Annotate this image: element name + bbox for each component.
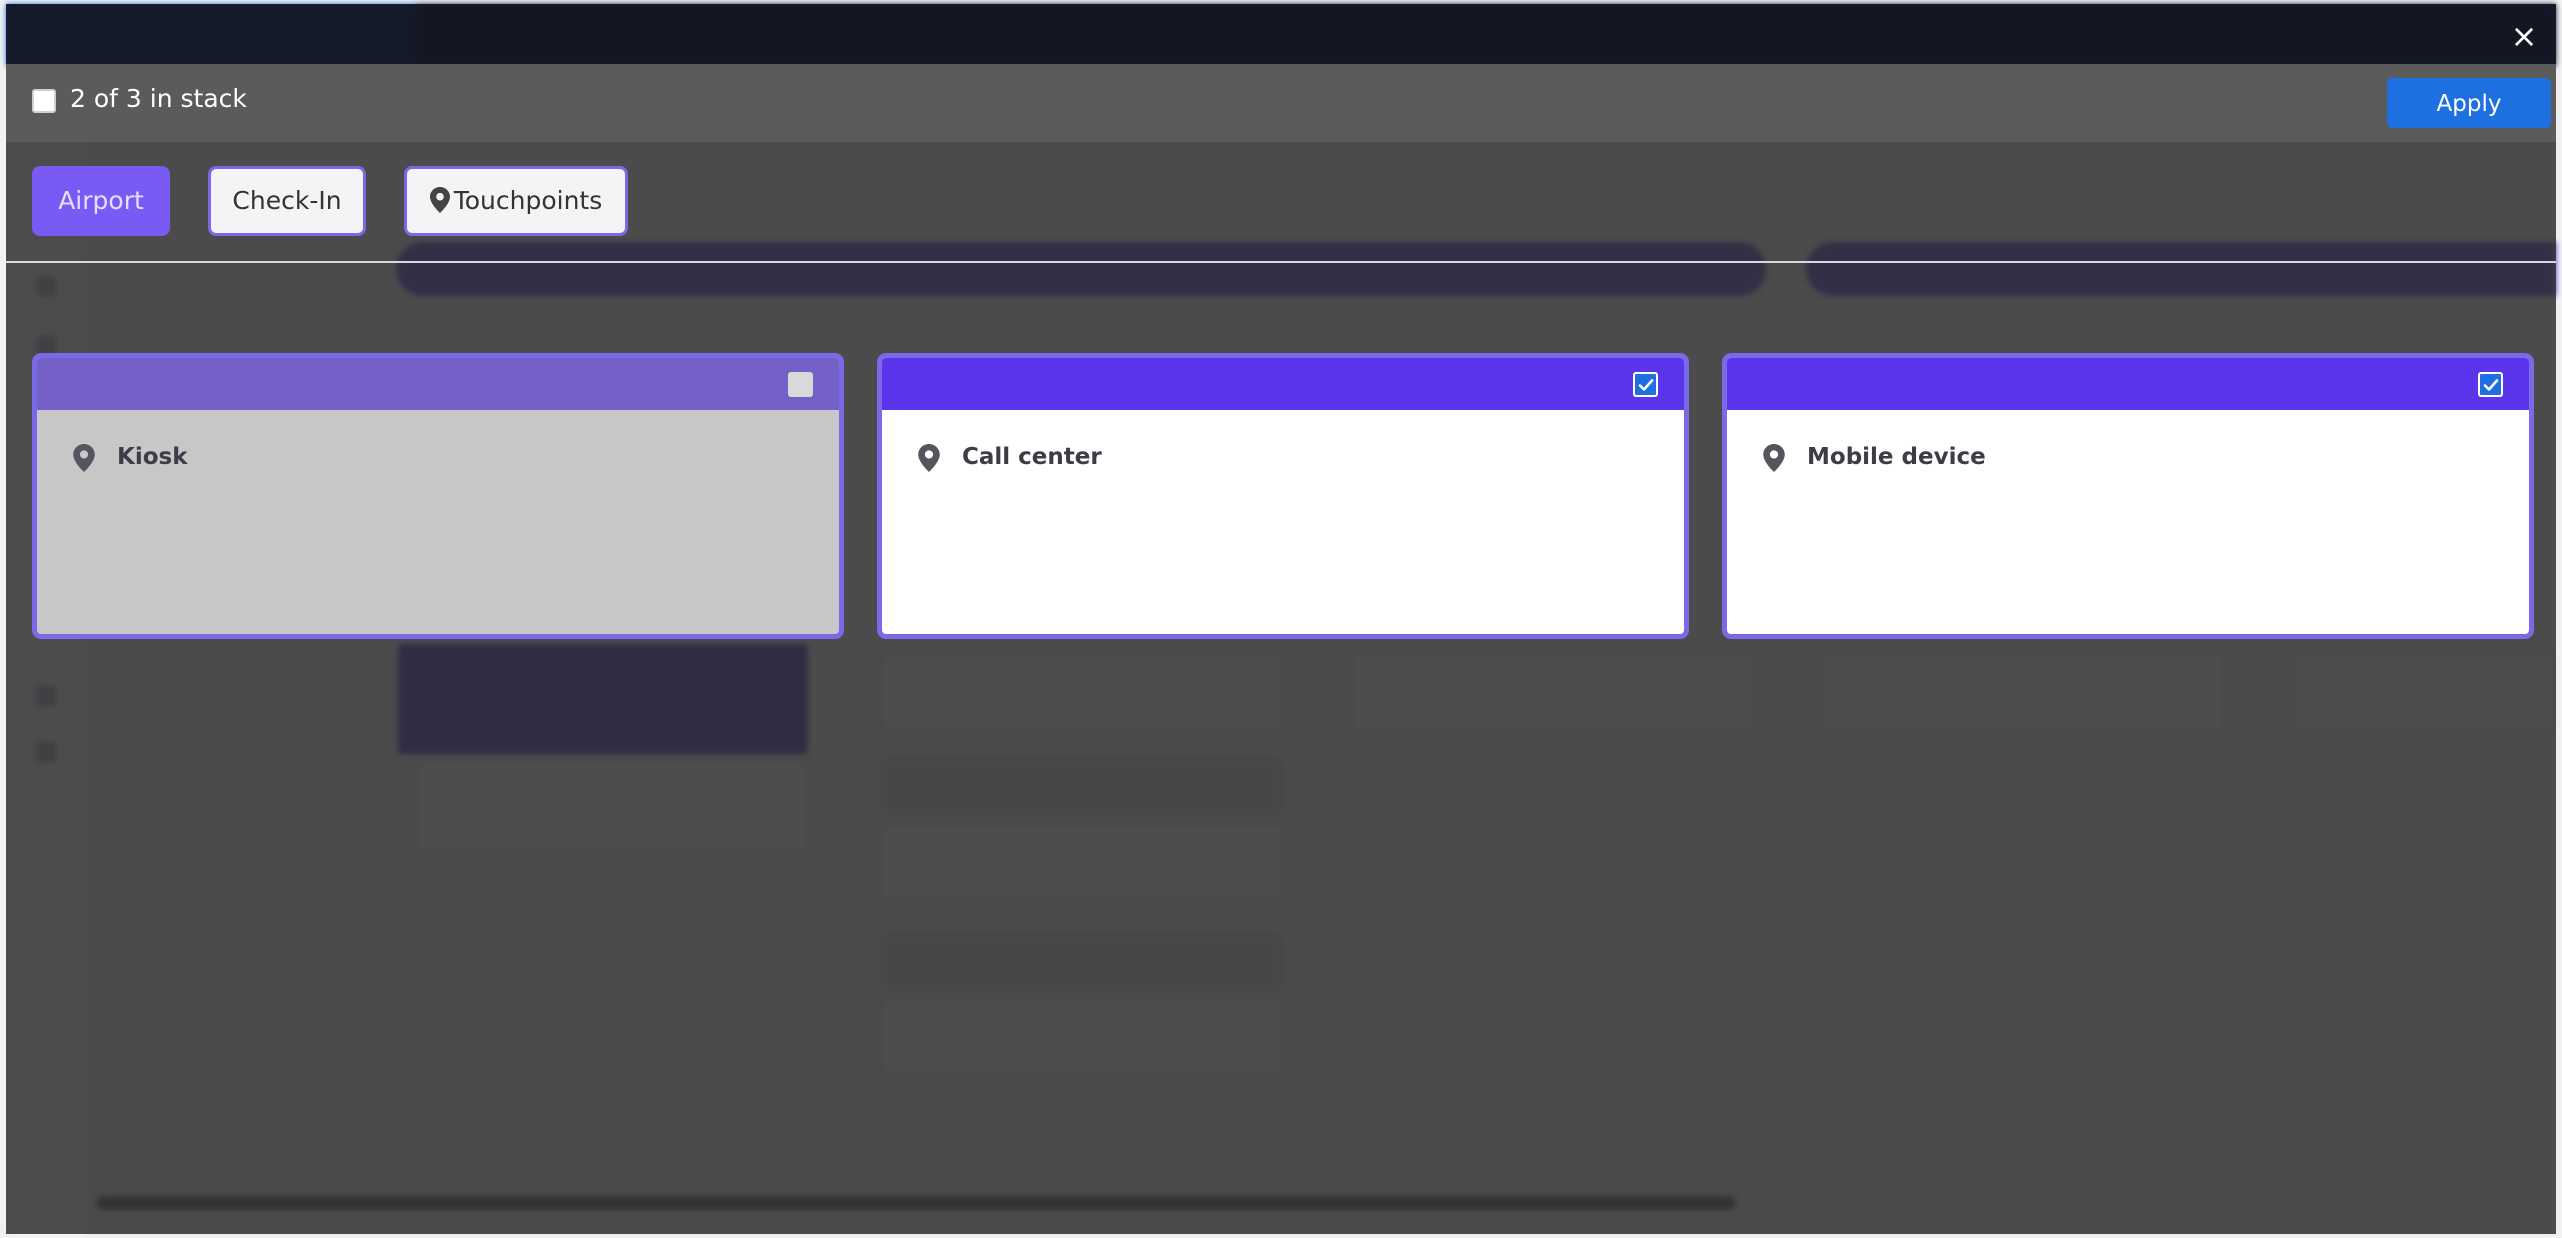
card-label: Call center [962,444,1102,470]
chip-label: Airport [58,186,144,215]
chip-airport[interactable]: Airport [32,166,170,236]
card-header [882,358,1684,410]
touchpoint-card-mobile-device[interactable]: Mobile device [1722,353,2534,639]
card-checkbox[interactable] [1633,372,1658,397]
map-pin-icon [429,187,450,213]
card-checkbox[interactable] [788,372,813,397]
map-pin-icon [1763,444,1785,472]
apply-button[interactable]: Apply [2387,78,2551,128]
checkmark-icon [2483,379,2499,391]
touchpoint-card-call-center[interactable]: Call center [877,353,1689,639]
chip-label: Check-In [232,186,342,215]
stack-select-all-checkbox[interactable] [32,89,56,113]
stack-count-label: 2 of 3 in stack [70,84,247,113]
map-pin-icon [918,444,940,472]
modal-top-strip [6,4,2556,64]
chip-check-in[interactable]: Check-In [208,166,366,236]
divider [6,261,2556,263]
close-icon[interactable]: × [2506,18,2542,54]
card-label: Mobile device [1807,444,1986,470]
chip-label: Touchpoints [453,186,603,215]
card-header [1727,358,2529,410]
touchpoint-card-kiosk[interactable]: Kiosk [32,353,844,639]
stack-bar: 2 of 3 in stack Apply [6,64,2556,142]
card-header [37,358,839,410]
checkmark-icon [1638,379,1654,391]
chip-touchpoints[interactable]: Touchpoints [404,166,628,236]
card-label: Kiosk [117,444,188,470]
card-checkbox[interactable] [2478,372,2503,397]
map-pin-icon [73,444,95,472]
